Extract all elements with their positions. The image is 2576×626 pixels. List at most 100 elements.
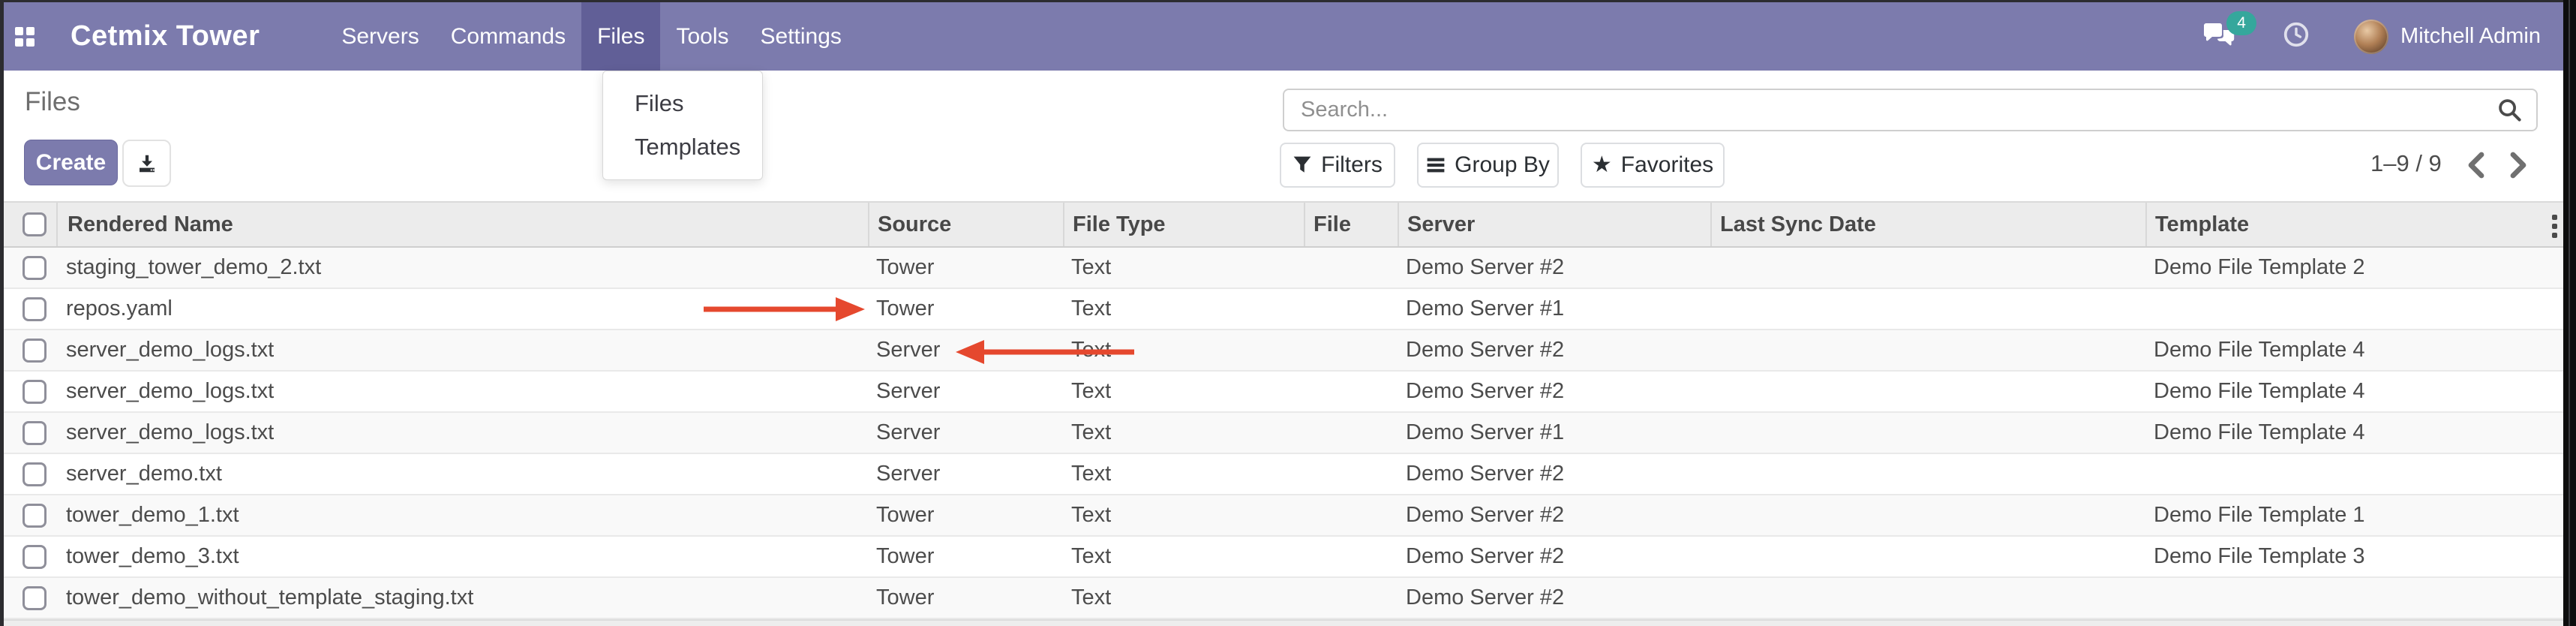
cell-template: Demo File Template 3 xyxy=(2145,544,2563,569)
menu-item-servers[interactable]: Servers xyxy=(326,2,434,71)
window-edge-left xyxy=(0,0,4,626)
search-icon[interactable] xyxy=(2497,98,2523,123)
filters-label: Filters xyxy=(1321,152,1383,178)
window-edge-top xyxy=(0,0,2576,2)
cell-rendered_name: server_demo_logs.txt xyxy=(56,420,868,445)
navbar-right: 4 Mitchell Admin xyxy=(2202,20,2541,54)
select-all-checkbox[interactable] xyxy=(23,212,47,236)
cell-template: Demo File Template 4 xyxy=(2145,420,2563,445)
cell-source: Tower xyxy=(868,585,1063,610)
table-row[interactable]: server_demo_logs.txtServerTextDemo Serve… xyxy=(4,372,2563,413)
cell-file_type: Text xyxy=(1063,420,1304,445)
table-header: Rendered NameSourceFile TypeFileServerLa… xyxy=(4,201,2563,248)
cell-source: Server xyxy=(868,462,1063,486)
row-checkbox[interactable] xyxy=(23,297,47,321)
activities-clock-icon[interactable] xyxy=(2283,22,2309,51)
cell-file_type: Text xyxy=(1063,503,1304,528)
row-checkbox[interactable] xyxy=(23,545,47,569)
user-avatar[interactable] xyxy=(2354,20,2388,54)
row-checkbox[interactable] xyxy=(23,380,47,404)
search-bar xyxy=(1283,89,2538,131)
column-header-rendered-name[interactable]: Rendered Name xyxy=(56,203,868,246)
column-header-source[interactable]: Source xyxy=(868,203,1063,246)
table-row[interactable]: tower_demo_1.txtTowerText Demo Server #2 D… xyxy=(4,495,2563,537)
select-all-checkbox-cell xyxy=(4,203,56,246)
row-checkbox[interactable] xyxy=(23,504,47,528)
cell-rendered_name: server_demo_logs.txt xyxy=(56,379,868,404)
brand-title[interactable]: Cetmix Tower xyxy=(71,20,260,53)
cell-file_type: Text xyxy=(1063,296,1304,321)
cell-file_type: Text xyxy=(1063,255,1304,280)
cell-server: Demo Server #2 xyxy=(1398,338,1710,363)
files-menu-dropdown: Files Templates xyxy=(602,71,763,180)
group-by-button[interactable]: Group By xyxy=(1417,143,1559,188)
pager-range: 1–9 / 9 xyxy=(2370,150,2442,177)
cell-file_type: Text xyxy=(1063,585,1304,610)
table-row[interactable]: server_demo.txtServerTextDemo Server #2 xyxy=(4,454,2563,495)
cell-server: Demo Server #2 xyxy=(1398,255,1710,280)
table-footer-strip xyxy=(4,619,2563,626)
cell-file_type: Text xyxy=(1063,338,1304,363)
cell-file_type: Text xyxy=(1063,379,1304,404)
apps-grid-icon[interactable] xyxy=(15,27,35,47)
cell-rendered_name: server_demo_logs.txt xyxy=(56,338,868,363)
cell-template: Demo File Template 4 xyxy=(2145,338,2563,363)
cell-source: Tower xyxy=(868,296,1063,321)
dropdown-item-files[interactable]: Files xyxy=(603,82,762,125)
cell-template: Demo File Template 4 xyxy=(2145,379,2563,404)
cell-server: Demo Server #2 xyxy=(1398,503,1710,528)
row-checkbox[interactable] xyxy=(23,421,47,445)
filters-button[interactable]: Filters xyxy=(1280,143,1395,188)
column-header-server[interactable]: Server xyxy=(1398,203,1710,246)
cell-rendered_name: server_demo.txt xyxy=(56,462,868,486)
cell-template: Demo File Template 2 xyxy=(2145,255,2563,280)
menu-item-settings[interactable]: Settings xyxy=(745,2,857,71)
app-window: Cetmix Tower Servers Commands Files Tool… xyxy=(0,0,2576,626)
column-header-file-type[interactable]: File Type xyxy=(1063,203,1304,246)
cell-source: Tower xyxy=(868,503,1063,528)
table-row[interactable]: tower_demo_without_template_staging.txtT… xyxy=(4,578,2563,619)
optional-columns-toggle[interactable] xyxy=(2552,203,2557,249)
row-checkbox[interactable] xyxy=(23,339,47,363)
main-menu: Servers Commands Files Tools Settings xyxy=(326,2,857,71)
pager-next-button[interactable] xyxy=(2508,152,2529,182)
table-row[interactable]: repos.yamlTowerTextDemo Server #1 xyxy=(4,289,2563,330)
cell-server: Demo Server #1 xyxy=(1398,420,1710,445)
star-icon: ★ xyxy=(1592,154,1612,176)
row-checkbox[interactable] xyxy=(23,256,47,280)
create-button[interactable]: Create xyxy=(24,140,118,185)
table-row[interactable]: staging_tower_demo_2.txtTowerTextDemo Se… xyxy=(4,248,2563,289)
cell-source: Server xyxy=(868,420,1063,445)
dropdown-item-templates[interactable]: Templates xyxy=(603,125,762,169)
cell-template: Demo File Template 1 xyxy=(2145,503,2563,528)
download-icon xyxy=(136,152,158,175)
cell-server: Demo Server #2 xyxy=(1398,544,1710,569)
page-title: Files xyxy=(25,87,80,117)
cell-server: Demo Server #2 xyxy=(1398,585,1710,610)
table-row[interactable]: tower_demo_3.txtTowerTextDemo Server #2D… xyxy=(4,537,2563,578)
cell-source: Server xyxy=(868,379,1063,404)
cell-file_type: Text xyxy=(1063,462,1304,486)
group-by-label: Group By xyxy=(1455,152,1550,178)
cell-source: Tower xyxy=(868,255,1063,280)
table-row[interactable]: server_demo_logs.txtServerText Demo Serve… xyxy=(4,413,2563,454)
download-button[interactable] xyxy=(122,140,171,187)
column-header-last-sync-date[interactable]: Last Sync Date xyxy=(1710,203,2145,246)
favorites-button[interactable]: ★ Favorites xyxy=(1581,143,1725,188)
cell-source: Tower xyxy=(868,544,1063,569)
table-row[interactable]: server_demo_logs.txtServerTextDemo Serve… xyxy=(4,330,2563,372)
row-checkbox[interactable] xyxy=(23,462,47,486)
column-header-template[interactable]: Template xyxy=(2145,203,2563,246)
cell-rendered_name: tower_demo_3.txt xyxy=(56,544,868,569)
row-checkbox[interactable] xyxy=(23,586,47,610)
cell-rendered_name: tower_demo_1.txt xyxy=(56,503,868,528)
menu-item-tools[interactable]: Tools xyxy=(660,2,744,71)
user-name[interactable]: Mitchell Admin xyxy=(2400,24,2541,49)
menu-item-files[interactable]: Files xyxy=(581,2,660,71)
messages-icon[interactable]: 4 xyxy=(2202,22,2237,52)
cell-rendered_name: tower_demo_without_template_staging.txt xyxy=(56,585,868,610)
pager-previous-button[interactable] xyxy=(2465,152,2486,182)
search-input[interactable] xyxy=(1299,97,2497,123)
column-header-file[interactable]: File xyxy=(1304,203,1398,246)
menu-item-commands[interactable]: Commands xyxy=(435,2,581,71)
